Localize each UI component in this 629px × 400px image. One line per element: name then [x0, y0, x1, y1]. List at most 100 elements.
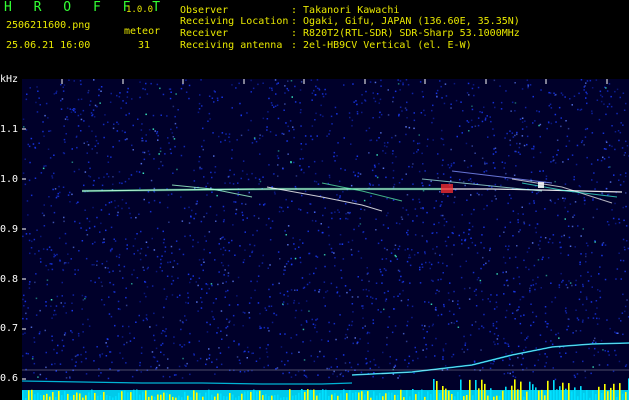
noise-pixel — [586, 102, 588, 105]
noise-pixel — [279, 206, 281, 208]
noise-pixel — [162, 93, 165, 96]
noise-pixel — [64, 232, 67, 235]
activity-bar — [379, 393, 381, 400]
noise-pixel — [220, 262, 223, 264]
noise-pixel — [397, 79, 399, 81]
noise-pixel — [46, 283, 48, 286]
noise-pixel — [489, 247, 491, 250]
noise-pixel — [474, 125, 477, 127]
noise-pixel — [27, 353, 29, 355]
activity-bar — [160, 394, 162, 400]
noise-pixel — [565, 145, 568, 147]
noise-pixel — [380, 132, 382, 134]
noise-pixel — [155, 324, 158, 327]
noise-pixel — [606, 105, 609, 108]
noise-pixel — [533, 146, 535, 148]
noise-pixel — [246, 112, 248, 114]
noise-pixel — [383, 308, 385, 311]
noise-pixel — [118, 140, 121, 142]
noise-pixel — [545, 274, 548, 277]
noise-pixel — [125, 287, 127, 289]
noise-pixel — [368, 289, 370, 292]
noise-pixel — [599, 290, 601, 292]
noise-pixel — [308, 310, 310, 312]
noise-pixel — [331, 212, 333, 214]
noise-pixel — [73, 108, 75, 110]
noise-pixel — [246, 357, 248, 359]
noise-pixel — [174, 122, 177, 125]
noise-pixel — [466, 348, 469, 351]
noise-pixel — [433, 207, 436, 209]
noise-pixel — [513, 174, 516, 176]
noise-pixel — [612, 370, 615, 373]
noise-pixel — [382, 351, 384, 354]
noise-pixel — [497, 343, 499, 345]
noise-pixel — [386, 343, 388, 346]
noise-pixel — [591, 110, 593, 112]
noise-pixel — [367, 342, 369, 344]
noise-pixel — [294, 257, 297, 260]
noise-pixel — [155, 347, 158, 350]
noise-pixel — [626, 240, 628, 242]
activity-bar — [436, 381, 438, 400]
noise-pixel — [463, 287, 466, 290]
noise-pixel — [490, 294, 492, 296]
noise-pixel — [107, 338, 109, 341]
activity-bar — [511, 385, 513, 400]
noise-pixel — [356, 113, 359, 115]
noise-pixel — [463, 351, 465, 353]
noise-pixel — [407, 84, 410, 86]
noise-pixel — [208, 348, 210, 350]
noise-pixel — [422, 328, 425, 331]
noise-pixel — [507, 343, 509, 345]
noise-pixel — [299, 89, 302, 91]
noise-pixel — [273, 173, 275, 175]
noise-pixel — [526, 79, 529, 81]
noise-pixel — [544, 306, 547, 308]
noise-pixel — [516, 131, 518, 134]
noise-pixel — [223, 274, 225, 276]
noise-pixel — [428, 301, 430, 304]
noise-pixel — [65, 133, 67, 135]
noise-pixel — [198, 156, 201, 158]
noise-pixel — [22, 333, 24, 335]
noise-pixel — [361, 94, 363, 96]
noise-pixel — [231, 107, 233, 109]
noise-pixel — [567, 225, 570, 227]
noise-pixel — [286, 140, 288, 142]
noise-pixel — [561, 281, 563, 283]
noise-pixel — [188, 206, 190, 209]
noise-pixel — [29, 233, 31, 235]
activity-bar — [31, 389, 33, 400]
noise-pixel — [592, 216, 595, 219]
noise-pixel — [471, 324, 473, 326]
noise-pixel — [277, 164, 279, 166]
noise-pixel — [362, 307, 364, 310]
activity-bar — [301, 389, 303, 400]
noise-pixel — [397, 269, 400, 272]
noise-pixel — [576, 144, 579, 147]
noise-pixel — [550, 282, 552, 284]
noise-pixel — [426, 241, 428, 243]
noise-pixel — [157, 134, 159, 137]
noise-pixel — [344, 362, 347, 364]
noise-pixel — [430, 279, 433, 282]
noise-pixel — [615, 278, 617, 280]
noise-pixel — [450, 163, 453, 165]
noise-pixel — [196, 200, 198, 203]
noise-pixel — [352, 83, 354, 85]
activity-bar — [355, 391, 357, 400]
noise-pixel — [273, 106, 275, 108]
noise-pixel — [577, 108, 579, 111]
noise-pixel — [546, 127, 548, 130]
noise-pixel — [295, 175, 298, 177]
activity-bar — [28, 390, 30, 400]
noise-pixel — [343, 137, 345, 139]
noise-pixel — [60, 99, 62, 102]
noise-pixel — [308, 273, 311, 275]
noise-pixel — [414, 234, 417, 236]
noise-pixel — [25, 233, 28, 235]
noise-pixel — [264, 307, 266, 309]
noise-pixel — [482, 298, 484, 301]
noise-pixel — [379, 98, 382, 101]
